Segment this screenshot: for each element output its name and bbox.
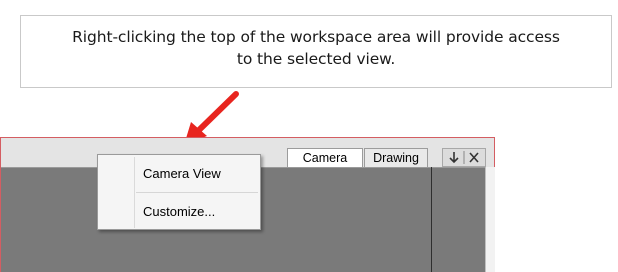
- callout-line-1: Right-clicking the top of the workspace …: [72, 28, 560, 46]
- instruction-callout: Right-clicking the top of the workspace …: [20, 15, 612, 88]
- menu-item-camera-view-label: Camera View: [143, 166, 221, 181]
- menu-separator: [136, 192, 258, 193]
- workspace-divider: [431, 167, 432, 272]
- tab-camera[interactable]: Camera: [287, 148, 363, 168]
- divider-icon: [463, 151, 465, 164]
- side-panel-edge: [485, 167, 495, 272]
- menu-item-camera-view[interactable]: Camera View: [98, 161, 260, 187]
- pin-icon[interactable]: [448, 151, 460, 164]
- callout-line-2: to the selected view.: [236, 50, 396, 68]
- tab-drawing[interactable]: Drawing: [364, 148, 428, 168]
- tab-drawing-label: Drawing: [373, 151, 419, 165]
- context-menu: Camera View Customize...: [97, 154, 261, 230]
- tab-controls: [442, 148, 486, 167]
- close-icon[interactable]: [468, 151, 480, 164]
- menu-item-customize-label: Customize...: [143, 204, 216, 219]
- menu-item-customize[interactable]: Customize...: [98, 199, 260, 225]
- tab-camera-label: Camera: [302, 151, 348, 165]
